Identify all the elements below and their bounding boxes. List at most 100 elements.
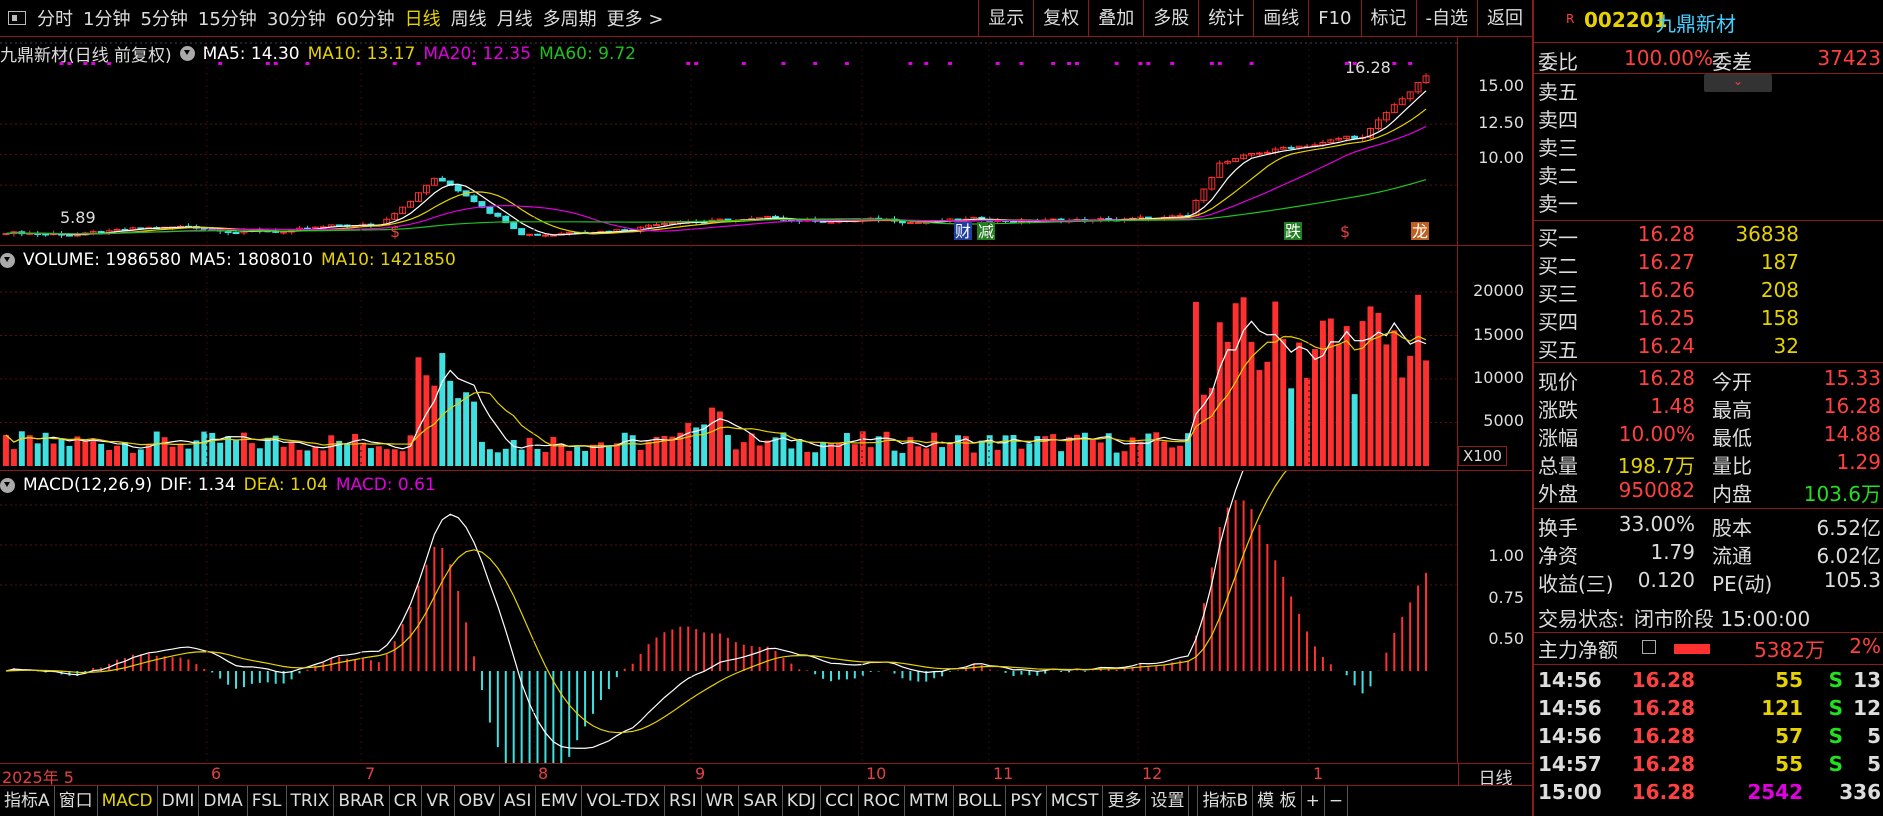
volume-bar <box>883 431 890 466</box>
indicator-tab[interactable]: 更多 <box>1103 785 1147 816</box>
volume-bar <box>994 449 1001 466</box>
volume-bar <box>82 440 89 466</box>
indicator-tab[interactable]: 模 板 <box>1253 785 1302 816</box>
indicator-tab[interactable]: CCI <box>821 785 859 816</box>
period-tab[interactable]: 月线 <box>492 5 538 31</box>
volume-bar <box>518 449 525 466</box>
indicator-tab[interactable]: 设置 <box>1146 785 1190 816</box>
toolbar-button[interactable]: 统计 <box>1198 0 1253 37</box>
event-marker[interactable]: 减 <box>977 222 995 241</box>
volume-bar <box>621 432 628 466</box>
volume-bar <box>574 446 581 466</box>
indicator-tab[interactable]: 指标A <box>0 785 55 816</box>
indicator-tab[interactable]: DMI <box>158 785 200 816</box>
event-marker[interactable]: 龙 <box>1411 222 1429 241</box>
toolbar-button[interactable]: 多股 <box>1143 0 1198 37</box>
event-marker[interactable]: $ <box>390 222 400 241</box>
indicator-tab[interactable]: VR <box>422 785 455 816</box>
volume-bar <box>153 431 160 466</box>
toolbar-button[interactable]: 返回 <box>1477 0 1532 37</box>
kline-chart[interactable]: 16.28 5.89 $ 财减 跌 $ 龙 <box>0 37 1458 245</box>
weicha-value: 37423 <box>1817 46 1881 70</box>
period-tab[interactable]: 15分钟 <box>193 5 262 31</box>
toolbar-button[interactable]: F10 <box>1308 0 1360 37</box>
volume-bar <box>740 442 747 466</box>
toolbar-button[interactable]: 标记 <box>1360 0 1416 37</box>
ma10-line <box>5 108 1427 235</box>
volume-label: VOLUME: 1986580 <box>23 250 182 270</box>
volume-bar <box>1415 294 1422 466</box>
tick-price: 16.28 <box>1631 780 1695 804</box>
period-tab[interactable]: 日线 <box>400 5 446 31</box>
event-marker[interactable]: 跌 <box>1284 222 1302 241</box>
indicator-tab[interactable]: ROC <box>859 785 905 816</box>
indicator-tab[interactable]: MCST <box>1047 785 1104 816</box>
indicator-tab[interactable]: KDJ <box>783 785 822 816</box>
indicator-tab[interactable]: TRIX <box>287 785 335 816</box>
dropdown-icon[interactable] <box>0 252 15 268</box>
indicator-tab[interactable]: RSI <box>665 785 702 816</box>
indicator-tab[interactable]: EMV <box>536 785 583 816</box>
event-marker[interactable]: 财 <box>954 222 972 241</box>
indicator-tab[interactable]: 指标B <box>1198 785 1254 816</box>
period-tab[interactable]: 更多 > <box>602 5 669 31</box>
month-label: 11 <box>993 764 1014 783</box>
volume-bar <box>1113 452 1120 466</box>
list-icon[interactable] <box>1642 640 1656 654</box>
indicator-tab[interactable]: MTM <box>905 785 954 816</box>
bid-price: 16.24 <box>1637 334 1695 358</box>
vol-ma5-label: MA5: 1808010 <box>189 250 313 270</box>
indicator-tab[interactable]: SAR <box>739 785 783 816</box>
kline-panel[interactable]: 九鼎新材(日线 前复权) MA5: 14.30 MA10: 13.17 MA20… <box>0 37 1458 245</box>
period-tab[interactable]: 周线 <box>446 5 492 31</box>
volume-bar <box>58 438 65 466</box>
indicator-tab[interactable]: FSL <box>248 785 287 816</box>
period-tab[interactable]: 1分钟 <box>78 5 135 31</box>
dropdown-icon[interactable] <box>0 477 15 493</box>
indicator-tab[interactable]: 窗口 <box>55 785 98 816</box>
macd-chart[interactable] <box>0 471 1458 764</box>
indicator-tab[interactable]: − <box>1325 785 1349 816</box>
indicator-tab[interactable] <box>1189 785 1199 816</box>
signal-dot <box>924 62 929 65</box>
indicator-tab[interactable]: PSY <box>1006 785 1047 816</box>
marker-label: 龙 <box>1412 222 1428 241</box>
indicator-tab[interactable]: ASI <box>500 785 537 816</box>
volume-chart[interactable] <box>0 246 1458 470</box>
bid-price: 16.27 <box>1637 250 1695 274</box>
toolbar-button[interactable]: 画线 <box>1253 0 1308 37</box>
period-tab[interactable]: 30分钟 <box>262 5 331 31</box>
period-indicator[interactable]: 日线 <box>1458 764 1532 789</box>
volume-panel[interactable]: VOLUME: 1986580 MA5: 1808010 MA10: 14218… <box>0 246 1458 470</box>
indicator-tab[interactable]: BRAR <box>334 785 390 816</box>
window-icon[interactable] <box>8 11 26 25</box>
macd-value-label: MACD: 0.61 <box>335 475 436 495</box>
indicator-tab[interactable]: BOLL <box>954 785 1007 816</box>
ytick: 12.50 <box>1478 113 1524 132</box>
period-tab[interactable]: 多周期 <box>538 5 602 31</box>
indicator-tab[interactable]: MACD <box>98 785 158 816</box>
period-tab[interactable]: 分时 <box>32 5 78 31</box>
indicator-tab[interactable]: VOL-TDX <box>582 785 665 816</box>
ytick: 5000 <box>1483 411 1524 430</box>
indicator-tab[interactable]: DMA <box>199 785 248 816</box>
indicator-tab[interactable]: CR <box>390 785 423 816</box>
signal-dot <box>1146 62 1151 65</box>
period-tab[interactable]: 60分钟 <box>331 5 400 31</box>
indicator-tab[interactable]: WR <box>702 785 740 816</box>
candle-body <box>454 184 462 192</box>
indicator-tab[interactable]: + <box>1302 785 1325 816</box>
volume-bar <box>415 357 422 466</box>
macd-panel[interactable]: MACD(12,26,9) DIF: 1.34 DEA: 1.04 MACD: … <box>0 471 1458 764</box>
toolbar-button[interactable]: 显示 <box>978 0 1033 37</box>
volume-bar <box>1264 361 1271 466</box>
volume-bar <box>479 441 485 466</box>
toolbar-button[interactable]: 复权 <box>1033 0 1088 37</box>
event-marker[interactable]: $ <box>1340 222 1350 241</box>
toolbar-button[interactable]: -自选 <box>1415 0 1478 37</box>
toolbar-button[interactable]: 叠加 <box>1088 0 1143 37</box>
stat-label: 股本 <box>1712 516 1752 540</box>
period-tab[interactable]: 5分钟 <box>135 5 192 31</box>
indicator-tab[interactable]: OBV <box>455 785 500 816</box>
tick-side: S <box>1828 696 1843 720</box>
